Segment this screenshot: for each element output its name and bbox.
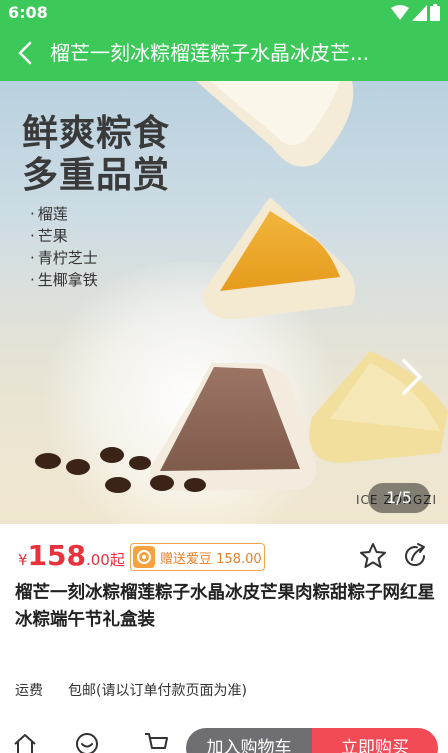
- reward-points-text: 赠送爱豆 158.00: [160, 551, 262, 567]
- bottom-action-bar: 加入购物车 立即购买: [0, 724, 448, 753]
- title-bar: 榴芒一刻冰粽榴莲粽子水晶冰皮芒...: [0, 25, 448, 81]
- cart-icon[interactable]: [142, 730, 170, 753]
- reward-points-badge: 赠送爱豆 158.00: [130, 543, 265, 571]
- flavor-item: 青柠芝士: [30, 247, 98, 269]
- headline-line-2: 多重品赏: [22, 155, 171, 196]
- customer-service-icon[interactable]: [73, 730, 101, 753]
- battery-icon: [430, 4, 440, 21]
- shipping-value: 包邮(请以订单付款页面为准): [68, 683, 247, 699]
- product-image-carousel[interactable]: 鲜爽粽食 多重品赏 榴莲 芒果 青柠芝士 生椰拿铁 ICE ZONGZI 1/5: [0, 81, 448, 524]
- status-time: 6:08: [8, 3, 48, 22]
- home-icon[interactable]: [11, 730, 39, 753]
- favorite-star-icon[interactable]: [358, 541, 388, 571]
- flavor-item: 生椰拿铁: [30, 269, 98, 291]
- flavor-item: 芒果: [30, 225, 98, 247]
- price-currency: ¥: [18, 551, 28, 569]
- signal-icon: [412, 4, 427, 21]
- product-price: ¥158.00起: [18, 539, 125, 572]
- status-icons: [391, 4, 440, 21]
- flavor-list: 榴莲 芒果 青柠芝士 生椰拿铁: [30, 203, 98, 291]
- back-arrow-icon[interactable]: [12, 39, 40, 67]
- headline-line-1: 鲜爽粽食: [22, 113, 171, 154]
- price-suffix: 起: [109, 551, 125, 569]
- bean-coin-icon: [133, 546, 155, 568]
- shipping-label: 运费: [15, 683, 43, 699]
- page-title: 榴芒一刻冰粽榴莲粽子水晶冰皮芒...: [50, 41, 370, 65]
- add-to-cart-button[interactable]: 加入购物车: [186, 728, 312, 753]
- status-bar: 6:08: [0, 0, 448, 25]
- promo-headline: 鲜爽粽食 多重品赏: [22, 113, 170, 197]
- price-decimal: .00: [86, 551, 110, 569]
- flavor-item: 榴莲: [30, 203, 98, 225]
- price-row: ¥158.00起 赠送爱豆 158.00: [0, 537, 448, 579]
- next-image-chevron-icon[interactable]: [394, 353, 428, 401]
- image-page-indicator: 1/5: [368, 483, 430, 513]
- buy-now-button[interactable]: 立即购买: [312, 728, 438, 753]
- price-integer: 158: [27, 539, 86, 572]
- wifi-icon: [391, 4, 409, 20]
- product-name: 榴芒一刻冰粽榴莲粽子水晶冰皮芒果肉粽甜粽子网红星冰粽端午节礼盒装: [15, 583, 435, 630]
- share-icon[interactable]: [400, 541, 430, 571]
- shipping-row: 运费 包邮(请以订单付款页面为准): [15, 680, 247, 700]
